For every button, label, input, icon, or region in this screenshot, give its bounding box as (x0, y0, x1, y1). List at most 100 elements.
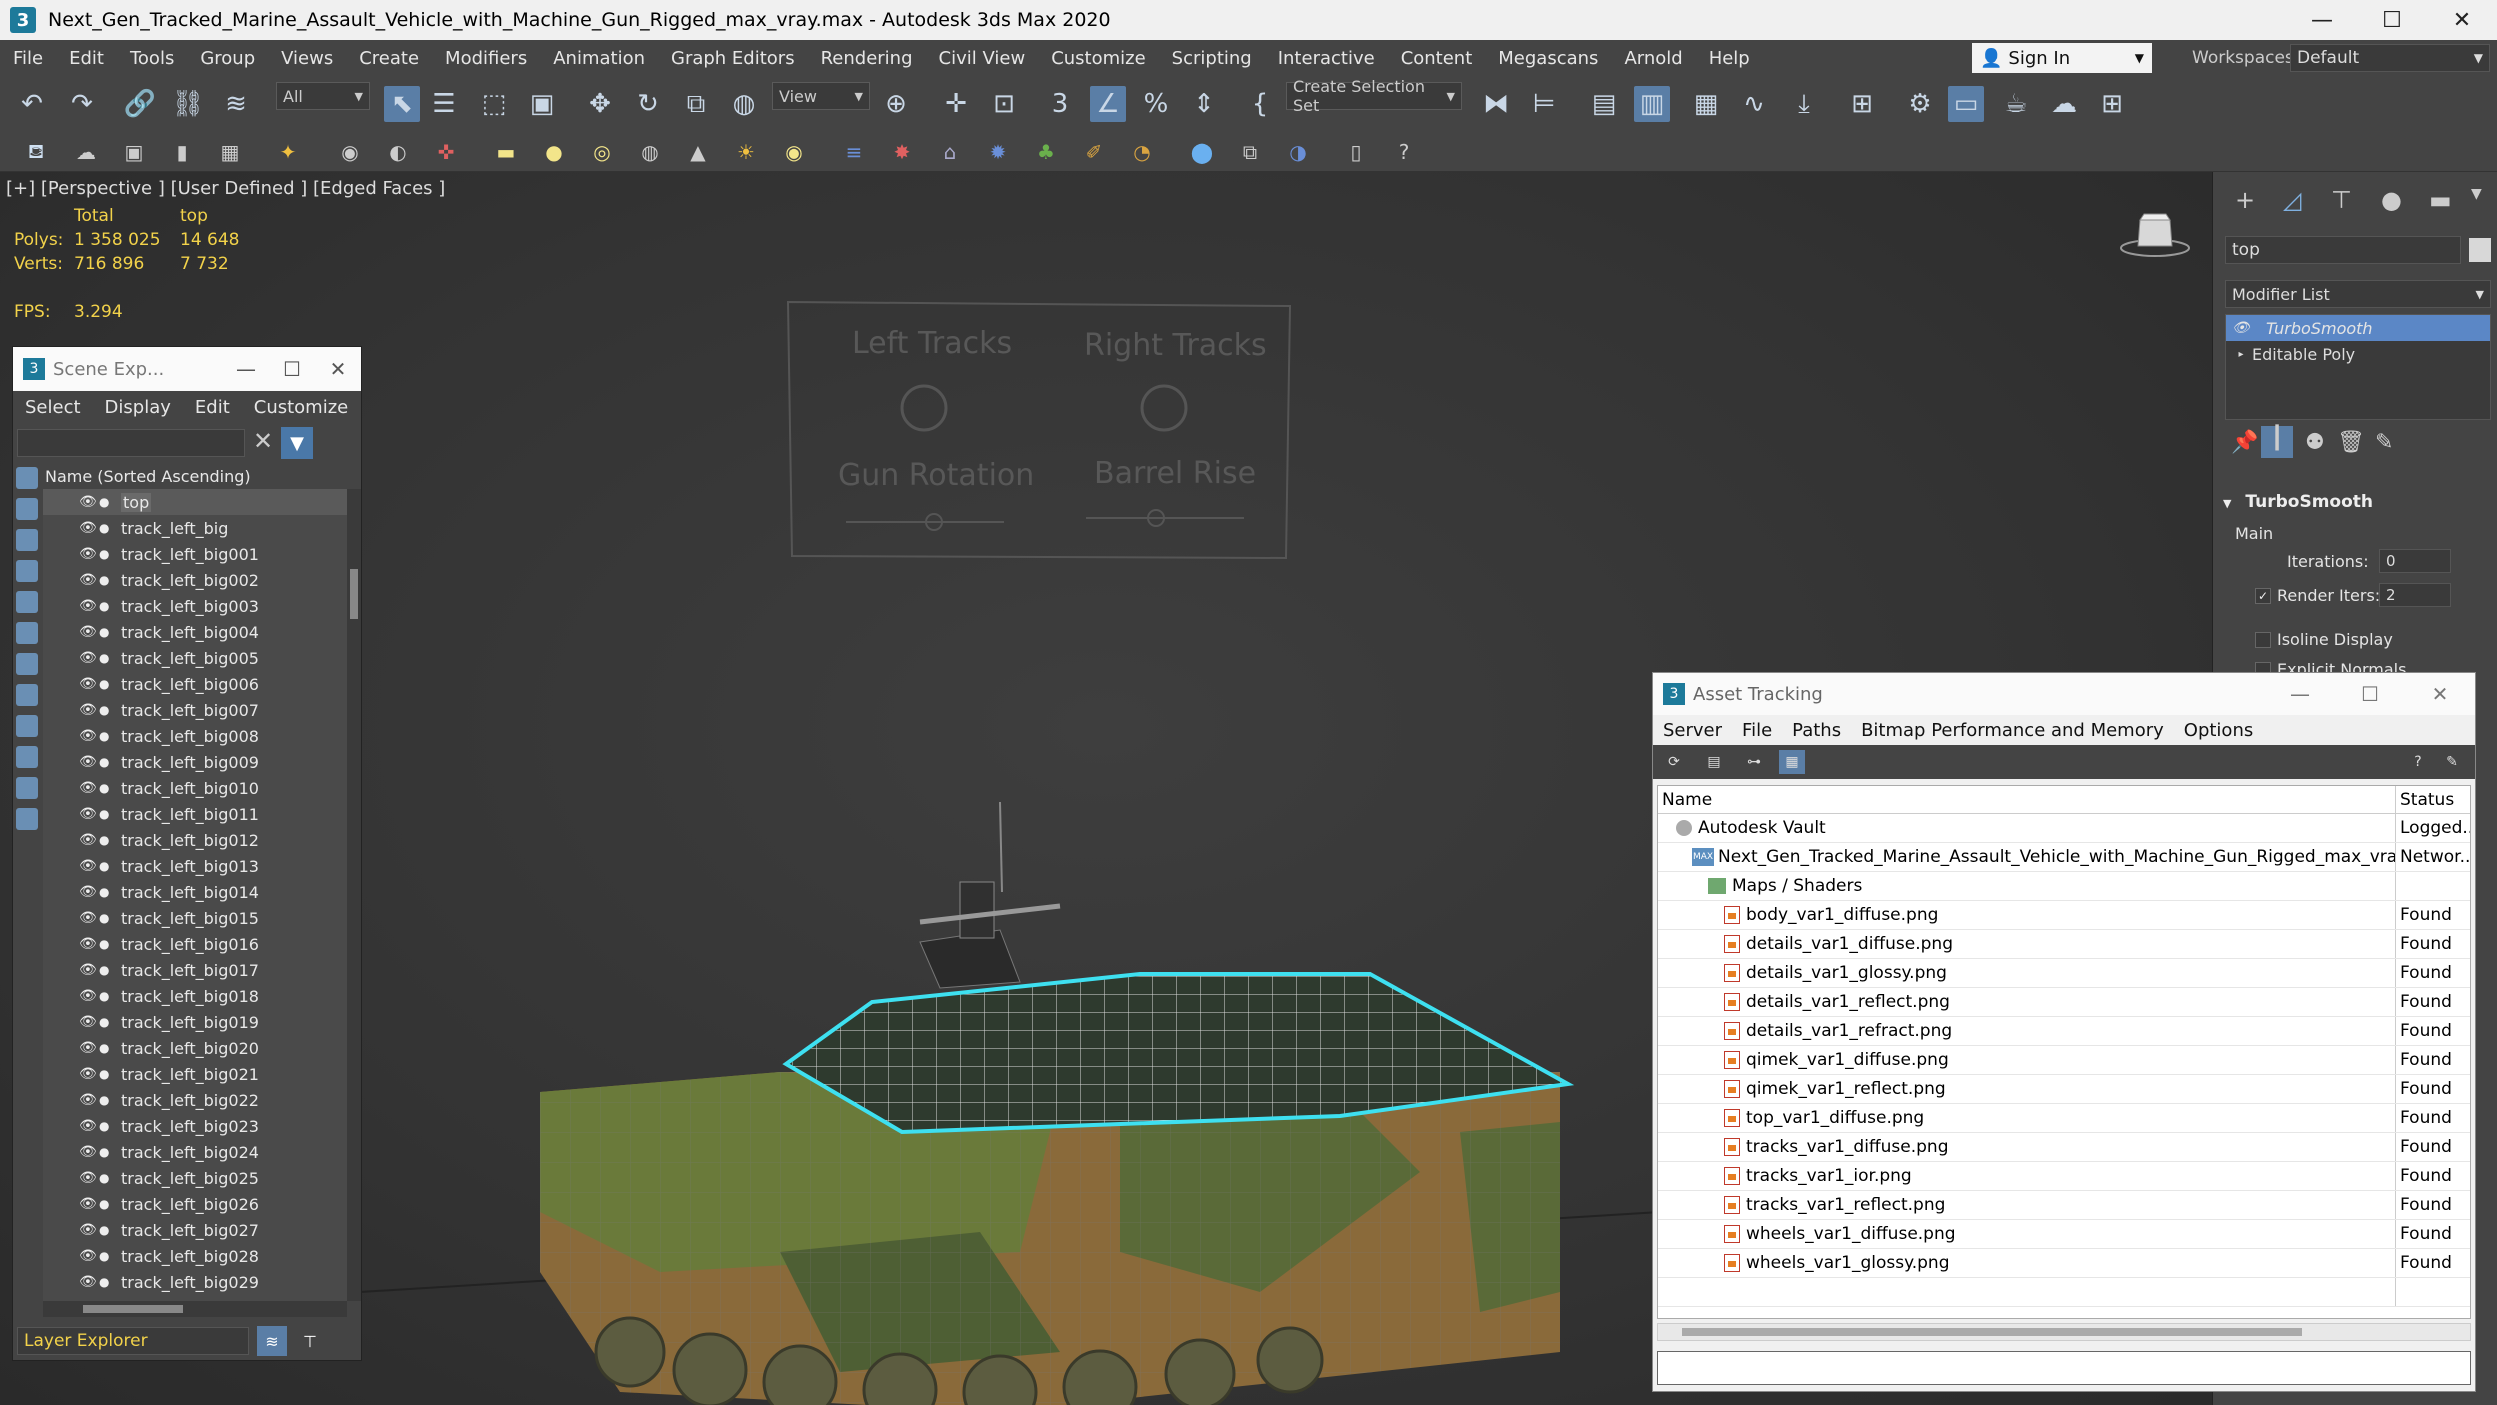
freeze-icon[interactable]: ● (99, 1223, 115, 1237)
ribbon-toggle-icon[interactable]: ▦ (1690, 88, 1722, 120)
table-row[interactable]: wheels_var1_diffuse.png Found (1658, 1220, 2470, 1249)
motion-tab-icon[interactable]: ● (2381, 186, 2402, 214)
eye-icon[interactable]: 👁 (79, 936, 99, 952)
minimize-button[interactable]: — (2287, 0, 2357, 40)
eye-icon[interactable]: 👁 (79, 884, 99, 900)
menu-scripting[interactable]: Scripting (1159, 48, 1265, 69)
list-item[interactable]: 👁 ● track_left_big020 (43, 1035, 347, 1061)
list-item[interactable]: 👁 ● track_left_big026 (43, 1191, 347, 1217)
table-row[interactable]: details_var1_reflect.png Found (1658, 988, 2470, 1017)
list-item[interactable]: 👁 ● track_left_big024 (43, 1139, 347, 1165)
eye-icon[interactable]: 👁 (79, 598, 99, 614)
filter-hidden-icon[interactable] (16, 808, 38, 830)
render-iterative-icon[interactable]: ☁ (2048, 88, 2080, 120)
menu-customize[interactable]: Customize (1038, 48, 1158, 69)
maximize-button[interactable]: ☐ (269, 357, 315, 381)
plane-icon[interactable]: ▬ (492, 138, 520, 166)
horizontal-scrollbar[interactable] (1657, 1323, 2471, 1341)
layers-icon[interactable]: ≋ (257, 1326, 287, 1356)
help-icon[interactable]: ? (1390, 138, 1418, 166)
list-item[interactable]: 👁 ● track_left_big025 (43, 1165, 347, 1191)
box-icon[interactable]: ▣ (120, 138, 148, 166)
eye-icon[interactable]: 👁 (79, 754, 99, 770)
workspace-dropdown[interactable]: Default ▼ (2290, 44, 2490, 72)
freeze-icon[interactable]: ● (99, 1197, 115, 1211)
curve-editor-icon[interactable]: ∿ (1738, 88, 1770, 120)
vehicle-model[interactable] (360, 652, 1660, 1405)
settings-icon[interactable]: ▯ (1342, 138, 1370, 166)
menu-modifiers[interactable]: Modifiers (432, 48, 540, 69)
freeze-icon[interactable]: ● (99, 963, 115, 977)
list-item[interactable]: 👁 ● track_left_big007 (43, 697, 347, 723)
menu-paths[interactable]: Paths (1782, 720, 1851, 741)
freeze-icon[interactable]: ● (99, 1249, 115, 1263)
filter-frozen-icon[interactable] (16, 777, 38, 799)
vertical-scrollbar[interactable] (347, 489, 361, 1301)
utilities-tab-icon[interactable]: ▼ (2471, 186, 2482, 202)
list-item[interactable]: 👁 ● track_left_big022 (43, 1087, 347, 1113)
eye-icon[interactable]: 👁 (79, 1066, 99, 1082)
menu-file[interactable]: File (1732, 720, 1782, 741)
teapot-icon[interactable]: ⛾ (22, 138, 50, 166)
menu-select[interactable]: Select (13, 397, 93, 418)
eye-icon[interactable]: 👁 (79, 650, 99, 666)
menu-animation[interactable]: Animation (540, 48, 658, 69)
render-iters-checkbox[interactable]: ✓ (2255, 588, 2271, 604)
table-row[interactable]: qimek_var1_diffuse.png Found (1658, 1046, 2470, 1075)
selection-filter-dropdown[interactable]: All ▼ (276, 82, 370, 110)
rendered-frame-window-icon[interactable]: ▭ (1948, 86, 1984, 122)
eye-icon[interactable]: 👁 (79, 494, 99, 510)
render-iters-spinner[interactable]: 2 (2379, 583, 2451, 607)
render-elements-icon[interactable]: ⧉ (1236, 138, 1264, 166)
sphere-icon[interactable]: ● (540, 138, 568, 166)
light-icon[interactable]: ✦ (274, 138, 302, 166)
mirror-icon[interactable]: ⧓ (1480, 88, 1512, 120)
menu-content[interactable]: Content (1388, 48, 1486, 69)
filter-icon[interactable]: ▼ (281, 427, 313, 459)
menu-display[interactable]: Display (93, 397, 183, 418)
undo-icon[interactable]: ↶ (16, 88, 48, 120)
menu-tools[interactable]: Tools (117, 48, 187, 69)
modify-tab-icon[interactable]: ◿ (2283, 186, 2301, 214)
render-production-icon[interactable]: ☕ (2000, 88, 2032, 120)
menu-create[interactable]: Create (346, 48, 432, 69)
status-column-header[interactable]: Status (2396, 786, 2470, 813)
place-icon[interactable]: ◍ (728, 88, 760, 120)
viewcube-icon[interactable] (2118, 212, 2192, 258)
menu-edit[interactable]: Edit (183, 397, 242, 418)
list-item[interactable]: 👁 ● track_left_big010 (43, 775, 347, 801)
list-item[interactable]: 👁 ● track_left_big019 (43, 1009, 347, 1035)
torus-icon[interactable]: ◍ (636, 138, 664, 166)
material-icon[interactable]: ◔ (1128, 138, 1156, 166)
asset-path-field[interactable] (1657, 1351, 2471, 1385)
list-item[interactable]: 👁 ● track_left_big003 (43, 593, 347, 619)
list-item[interactable]: 👁 ● track_left_big018 (43, 983, 347, 1009)
eye-icon[interactable]: 👁 (79, 1040, 99, 1056)
minimize-button[interactable]: — (2265, 682, 2335, 706)
name-column-header[interactable]: Name (Sorted Ascending) (45, 467, 251, 486)
freeze-icon[interactable]: ● (99, 1275, 115, 1289)
foliage-icon[interactable]: ♣ (1032, 138, 1060, 166)
horizontal-scrollbar[interactable] (43, 1301, 347, 1317)
environment-icon[interactable]: ⬤ (1188, 138, 1216, 166)
menu-bitmap-performance[interactable]: Bitmap Performance and Memory (1851, 720, 2174, 741)
cylinder-icon[interactable]: ▮ (168, 138, 196, 166)
fur-icon[interactable]: ✐ (1080, 138, 1108, 166)
freeze-icon[interactable]: ● (99, 937, 115, 951)
reference-coord-dropdown[interactable]: View ▼ (772, 82, 870, 110)
stack-item-turbosmooth[interactable]: 👁 TurboSmooth (2226, 315, 2490, 341)
eye-icon[interactable]: 👁 (79, 1014, 99, 1030)
list-item[interactable]: 👁 ● track_left_big002 (43, 567, 347, 593)
freeze-icon[interactable]: ● (99, 573, 115, 587)
freeze-icon[interactable]: ● (99, 729, 115, 743)
table-row[interactable]: details_var1_refract.png Found (1658, 1017, 2470, 1046)
freeze-icon[interactable]: ● (99, 599, 115, 613)
configure-modifier-sets-icon[interactable]: ✎ (2375, 430, 2393, 455)
freeze-icon[interactable]: ● (99, 547, 115, 561)
freeze-icon[interactable]: ● (99, 1015, 115, 1029)
particle-icon[interactable]: ✸ (888, 138, 916, 166)
bind-space-warp-icon[interactable]: ≋ (220, 88, 252, 120)
asset-tracking-titlebar[interactable]: 3 Asset Tracking — ☐ ✕ (1653, 673, 2475, 715)
close-button[interactable]: ✕ (2427, 0, 2497, 40)
table-row[interactable]: tracks_var1_reflect.png Found (1658, 1191, 2470, 1220)
